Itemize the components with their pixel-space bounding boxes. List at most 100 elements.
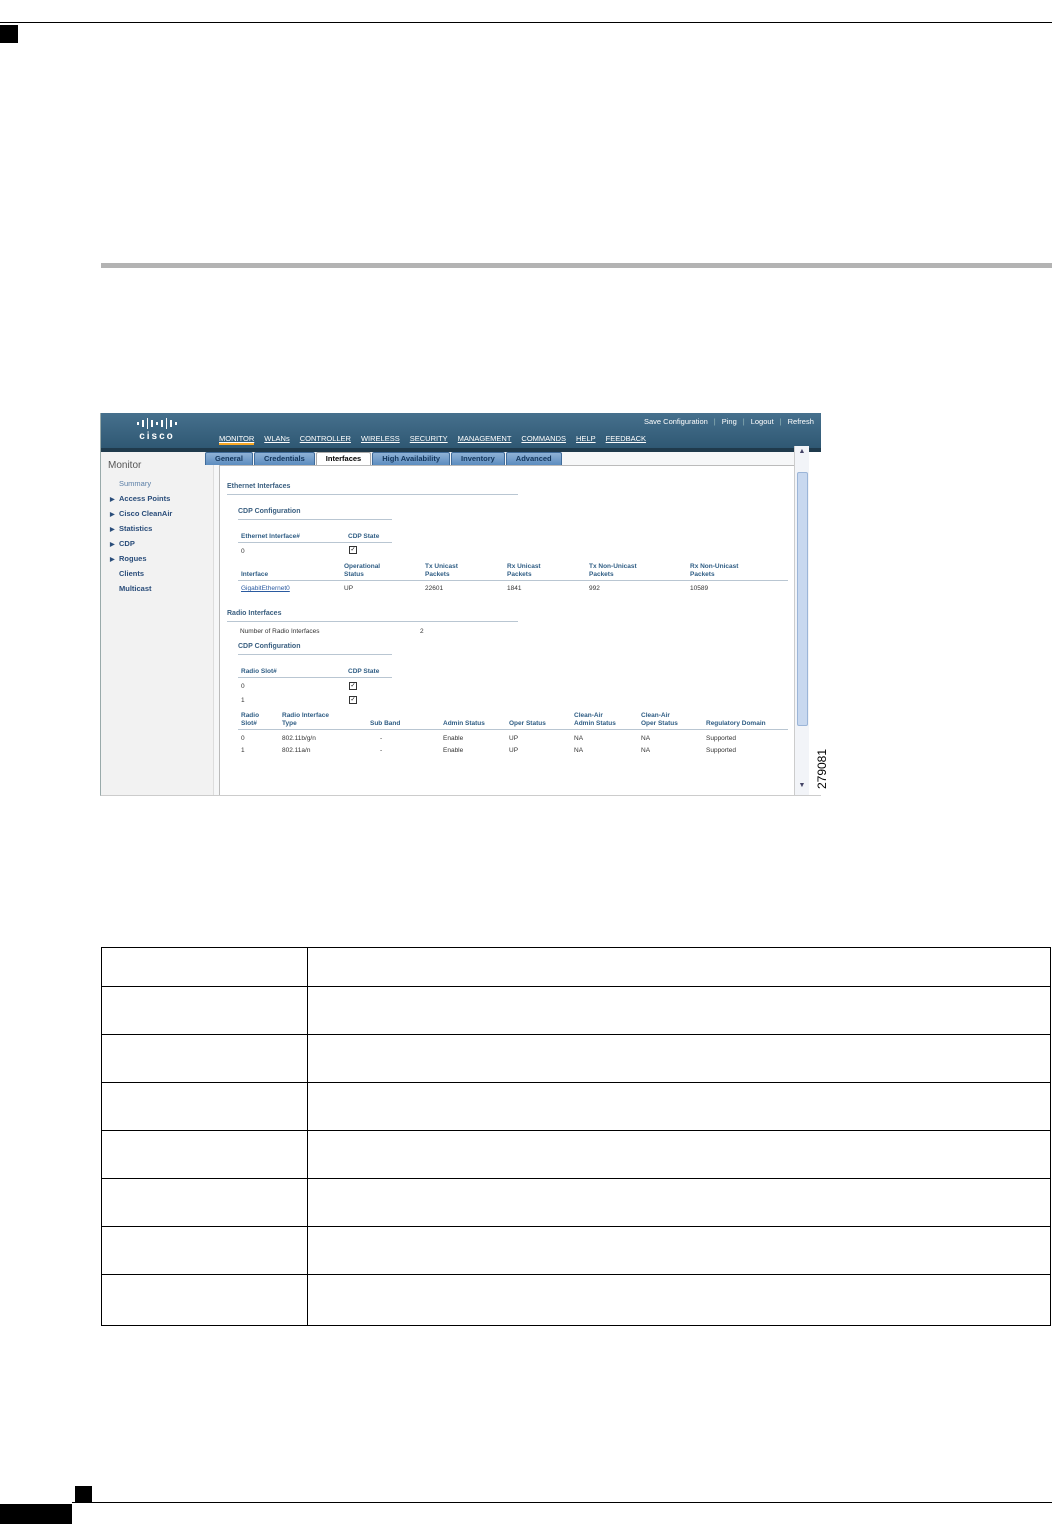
scroll-down-icon[interactable]: ▼ [795,782,809,789]
sidebar-item-access-points[interactable]: ▶ Access Points [110,491,172,506]
radio-cell: NA [574,747,584,754]
header-marker [0,25,18,43]
nav-monitor[interactable]: MONITOR [219,434,255,445]
chevron-right-icon: ▶ [110,557,115,563]
col-regulatory-domain: Regulatory Domain [706,720,766,727]
col-sub-band: Sub Band [370,720,401,727]
radio-cell: 0 [241,735,245,742]
util-link-ping[interactable]: Ping [722,417,737,426]
col-rx-unicast: Rx Unicast Packets [507,563,541,578]
sidebar-item-rogues[interactable]: ▶ Rogues [110,551,172,566]
radio-section-title: Radio Interfaces [227,610,282,617]
header-rule [0,22,1052,23]
sidebar-list: Summary ▶ Access Points ▶ Cisco CleanAir ▶ Sta… [110,476,172,596]
col-rx-non-unicast: Rx Non-Unicast Packets [690,563,739,578]
nav-commands[interactable]: COMMANDS [521,434,566,443]
nav-controller[interactable]: CONTROLLER [300,434,351,443]
divider [238,677,392,678]
tab-bar: General Credentials Interfaces High Availab… [205,452,563,466]
eth-tx-unicast: 22601 [425,585,444,592]
eth-rx-non-unicast: 10589 [690,585,709,592]
tab-high-availability[interactable]: High Availability [372,452,451,465]
sidebar-item-cisco-cleanair[interactable]: ▶ Cisco CleanAir [110,506,172,521]
tab-general[interactable]: General [205,452,253,465]
footer-marker [75,1486,92,1503]
gigabitethernet-link[interactable]: GigabitEthernet0 [241,585,290,592]
col-radio-slot-num: Radio Slot# [241,712,260,727]
radio-cell: - [380,735,383,742]
radio-cell: Enable [443,747,464,754]
interfaces-panel: Ethernet Interfaces CDP Configuration Et… [219,465,795,795]
sidebar-item-label: CDP [119,539,135,548]
divider [238,654,392,655]
ethernet-cdp-checkbox[interactable]: ✓ [349,546,357,554]
sidebar-item-label: Summary [119,479,152,488]
divider [227,621,518,622]
radio-cell: NA [641,747,651,754]
table-row [102,1130,1050,1179]
divider [238,519,392,520]
tab-credentials[interactable]: Credentials [253,452,315,465]
sidebar: Monitor Summary ▶ Access Points ▶ Cisco Clea… [101,452,214,795]
ethernet-cdp-interface: 0 [241,548,245,555]
tab-interfaces[interactable]: Interfaces [315,452,372,466]
util-separator: | [779,417,782,426]
divider [238,542,392,543]
parameter-table [101,947,1051,1326]
col-oper-status: Oper Status [509,720,546,727]
col-tx-non-unicast: Tx Non-Unicast Packets [589,563,637,578]
radio-cell: - [380,747,383,754]
ethernet-cdp-title: CDP Configuration [238,508,301,515]
figure-id-text: 279081 [815,748,830,790]
scroll-up-icon[interactable]: ▲ [795,448,809,455]
sidebar-item-summary[interactable]: Summary [110,476,172,491]
radio-cdp-slot-1: 1 [241,697,245,704]
sidebar-item-label: Multicast [119,584,152,593]
radio-cdp-title: CDP Configuration [238,643,301,650]
nav-wlans[interactable]: WLANs [264,434,289,443]
radio-count-value: 2 [420,628,424,635]
table-row [102,1274,1050,1323]
utility-links: Save Configuration | Ping | Logout | Refresh [641,417,817,426]
sidebar-item-label: Rogues [119,554,147,563]
radio-count-label: Number of Radio Interfaces [240,628,320,635]
util-link-refresh[interactable]: Refresh [788,417,814,426]
table-row [102,1034,1050,1083]
radio-cell: Supported [706,735,736,742]
sidebar-item-multicast[interactable]: Multicast [110,581,172,596]
col-radio-interface-type: Radio Interface Type [282,712,329,727]
util-separator: | [742,417,745,426]
sidebar-item-cdp[interactable]: ▶ CDP [110,536,172,551]
col-ethernet-interface: Ethernet Interface# [241,533,300,540]
divider [238,729,788,730]
sidebar-item-label: Statistics [119,524,153,533]
radio-cell: UP [509,747,519,754]
nav-feedback[interactable]: FEEDBACK [606,434,646,443]
radio-cell: 802.11a/n [282,747,311,754]
col-radio-slot: Radio Slot# [241,668,277,675]
figure-id: 279081 [815,742,838,798]
nav-security[interactable]: SECURITY [410,434,448,443]
sidebar-item-statistics[interactable]: ▶ Statistics [110,521,172,536]
tab-advanced[interactable]: Advanced [505,452,562,465]
util-link-logout[interactable]: Logout [751,417,774,426]
radio-cell: Enable [443,735,464,742]
scrollbar[interactable]: ▲ ▼ [794,446,809,795]
nav-wireless[interactable]: WIRELESS [361,434,400,443]
sidebar-item-clients[interactable]: Clients [110,566,172,581]
radio-cdp-checkbox-0[interactable]: ✓ [349,682,357,690]
scroll-thumb[interactable] [797,472,808,726]
util-link-save-configuration[interactable]: Save Configuration [644,417,708,426]
radio-cdp-slot-0: 0 [241,683,245,690]
radio-cell: UP [509,735,519,742]
nav-help[interactable]: HELP [576,434,596,443]
radio-cdp-checkbox-1[interactable]: ✓ [349,696,357,704]
util-separator: | [713,417,716,426]
ethernet-section-title: Ethernet Interfaces [227,483,291,490]
nav-management[interactable]: MANAGEMENT [458,434,512,443]
sidebar-item-label: Cisco CleanAir [119,509,173,518]
eth-rx-unicast: 1841 [507,585,522,592]
tab-inventory[interactable]: Inventory [451,452,505,465]
top-nav: MONITOR WLANs CONTROLLER WIRELESS SECURITY MA… [219,434,656,445]
footer-rule [72,1502,1052,1503]
